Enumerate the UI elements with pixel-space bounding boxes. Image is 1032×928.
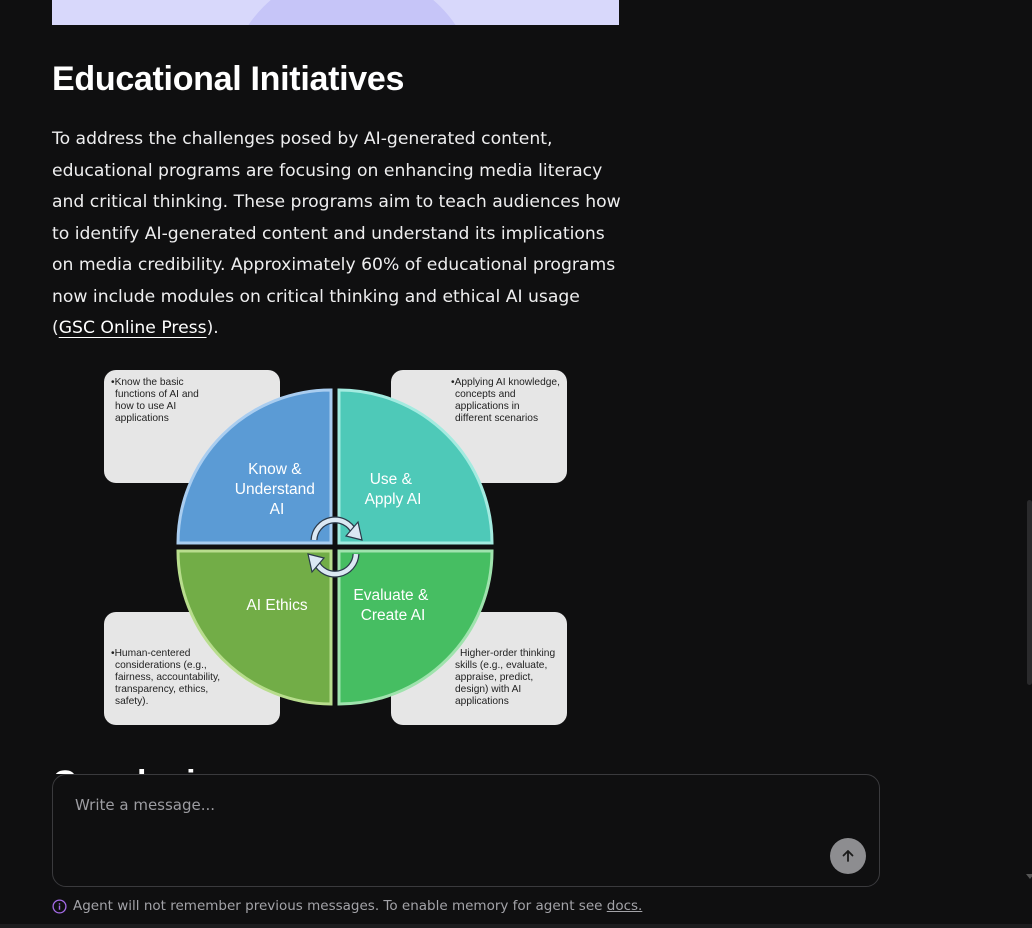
article-image-bottom <box>52 0 619 25</box>
memory-notice-text: Agent will not remember previous message… <box>73 898 607 914</box>
section-title: Educational Initiatives <box>52 60 405 98</box>
section-paragraph: To address the challenges posed by AI-ge… <box>52 124 624 345</box>
message-composer <box>52 774 880 887</box>
send-button[interactable] <box>830 838 866 874</box>
docs-link[interactable]: docs. <box>607 898 643 914</box>
scroll-down-arrow-icon[interactable] <box>1026 874 1032 879</box>
quadrant-label-ai-ethics: AI Ethics <box>246 597 307 614</box>
paragraph-end: ). <box>206 318 219 338</box>
paragraph-text: To address the challenges posed by AI-ge… <box>52 129 621 338</box>
info-icon <box>52 898 67 914</box>
message-input[interactable] <box>73 795 817 815</box>
ai-literacy-diagram: •Know the basic functions of AI and how … <box>104 370 567 725</box>
bottom-divider <box>0 924 1032 928</box>
next-section-heading: Conclusion <box>52 760 352 774</box>
scrollbar[interactable] <box>1027 500 1032 685</box>
cycle-arrows-icon <box>307 516 363 578</box>
source-link[interactable]: GSC Online Press <box>59 318 207 338</box>
memory-notice: Agent will not remember previous message… <box>52 896 642 916</box>
arrow-up-icon <box>842 850 854 862</box>
